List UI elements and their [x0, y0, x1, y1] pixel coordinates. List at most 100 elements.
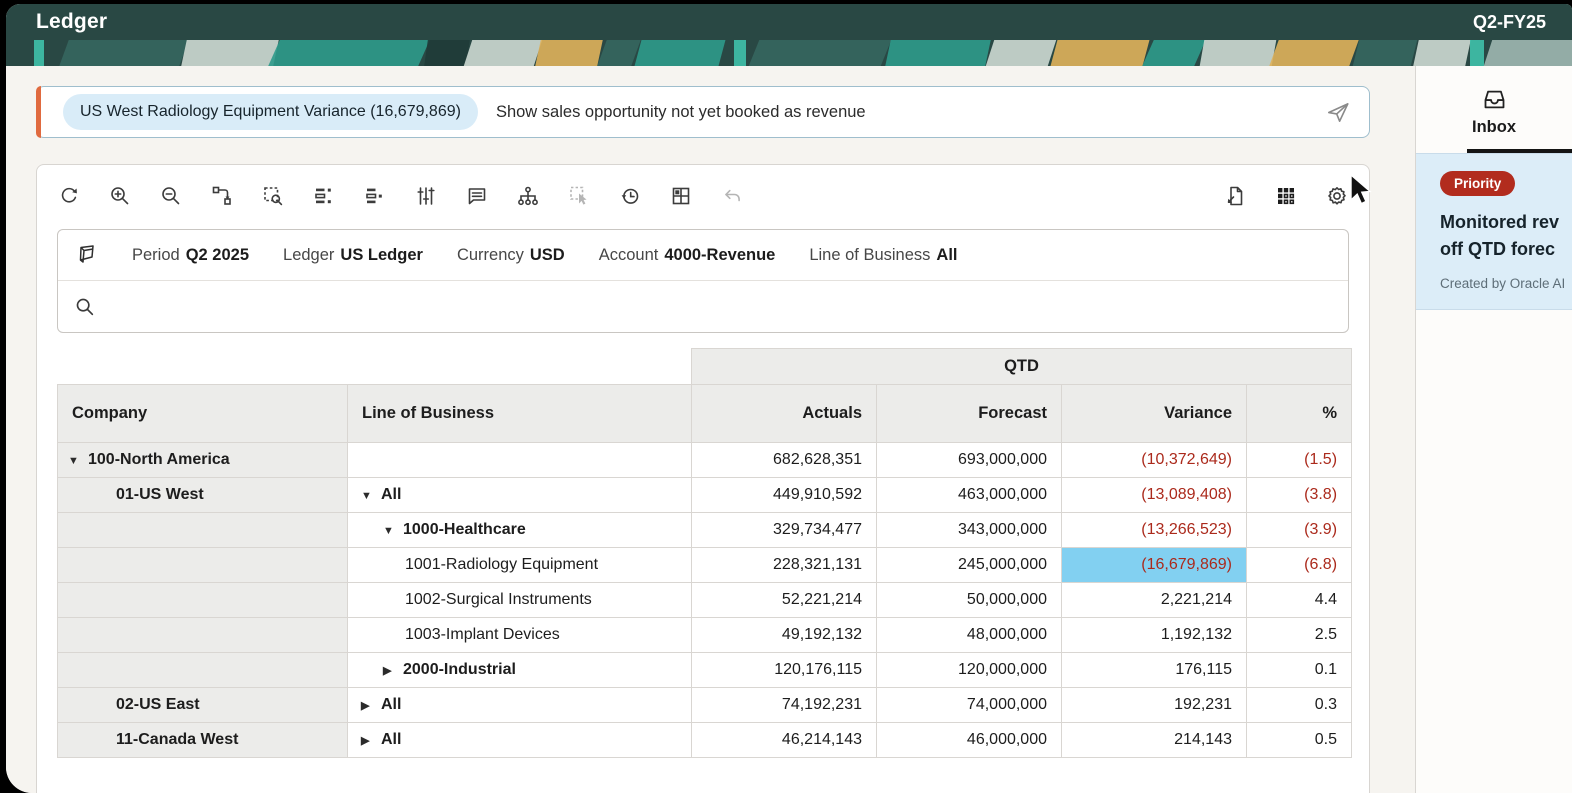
forecast-cell[interactable]: 74,000,000 [877, 688, 1062, 723]
refresh-icon[interactable] [57, 184, 81, 208]
insert-rows-icon[interactable] [312, 184, 336, 208]
variance-cell[interactable]: 214,143 [1062, 723, 1247, 758]
forecast-cell[interactable]: 48,000,000 [877, 618, 1062, 653]
line-of-business-cell[interactable]: ▶2000-Industrial [348, 653, 692, 688]
line-of-business-cell[interactable]: ▶All [348, 688, 692, 723]
company-cell[interactable]: 02-US East [58, 688, 348, 723]
actuals-cell[interactable]: 449,910,592 [692, 478, 877, 513]
variance-cell[interactable]: (10,372,649) [1062, 443, 1247, 478]
expand-toggle-icon[interactable]: ▼ [361, 490, 381, 502]
prompt-input-text[interactable]: Show sales opportunity not yet booked as… [496, 103, 1325, 122]
forecast-cell[interactable]: 50,000,000 [877, 583, 1062, 618]
company-cell[interactable] [58, 583, 348, 618]
actuals-cell[interactable]: 52,221,214 [692, 583, 877, 618]
history-icon[interactable] [618, 184, 642, 208]
pov-filter-ledger[interactable]: LedgerUS Ledger [283, 246, 423, 265]
comments-icon[interactable] [465, 184, 489, 208]
line-of-business-cell[interactable]: 1002-Surgical Instruments [348, 583, 692, 618]
prompt-context-chip[interactable]: US West Radiology Equipment Variance (16… [63, 94, 478, 130]
variance-cell[interactable]: 176,115 [1062, 653, 1247, 688]
actuals-cell[interactable]: 74,192,231 [692, 688, 877, 723]
pct-cell[interactable]: 0.5 [1247, 723, 1352, 758]
settings-icon[interactable] [1325, 184, 1349, 208]
variance-cell[interactable]: 2,221,214 [1062, 583, 1247, 618]
expand-toggle-icon[interactable]: ▶ [361, 699, 381, 712]
actuals-cell[interactable]: 49,192,132 [692, 618, 877, 653]
col-header-[interactable]: % [1247, 385, 1352, 443]
pct-cell[interactable]: (3.9) [1247, 513, 1352, 548]
expand-toggle-icon[interactable]: ▶ [383, 664, 403, 677]
actuals-cell[interactable]: 329,734,477 [692, 513, 877, 548]
hierarchy-icon[interactable] [516, 184, 540, 208]
forecast-cell[interactable]: 343,000,000 [877, 513, 1062, 548]
adjust-icon[interactable] [414, 184, 438, 208]
company-cell[interactable]: 01-US West [58, 478, 348, 513]
col-header-company[interactable]: Company [58, 385, 348, 443]
company-cell[interactable] [58, 548, 348, 583]
col-header-actuals[interactable]: Actuals [692, 385, 877, 443]
variance-cell[interactable]: 192,231 [1062, 688, 1247, 723]
pct-cell[interactable]: 4.4 [1247, 583, 1352, 618]
expand-toggle-icon[interactable]: ▼ [383, 525, 403, 537]
pov-filter-line-of-business[interactable]: Line of BusinessAll [809, 246, 957, 265]
right-sidebar: Inbox Priority Monitored rev off QTD for… [1415, 66, 1572, 793]
actuals-cell[interactable]: 120,176,115 [692, 653, 877, 688]
line-of-business-cell[interactable]: ▶All [348, 723, 692, 758]
actuals-cell[interactable]: 228,321,131 [692, 548, 877, 583]
company-cell[interactable] [58, 618, 348, 653]
line-of-business-cell[interactable]: ▼1000-Healthcare [348, 513, 692, 548]
expand-toggle-icon[interactable]: ▼ [68, 455, 88, 467]
app-header: Ledger Q2-FY25 [6, 4, 1572, 40]
line-of-business-cell[interactable]: ▼All [348, 478, 692, 513]
col-header-variance[interactable]: Variance [1062, 385, 1247, 443]
inbox-priority-card[interactable]: Priority Monitored rev off QTD forec Cre… [1416, 153, 1572, 310]
pct-cell[interactable]: (6.8) [1247, 548, 1352, 583]
zoom-out-icon[interactable] [159, 184, 183, 208]
line-of-business-cell[interactable] [348, 443, 692, 478]
line-of-business-cell[interactable]: 1001-Radiology Equipment [348, 548, 692, 583]
ai-prompt-bar[interactable]: US West Radiology Equipment Variance (16… [36, 86, 1370, 138]
pct-cell[interactable]: 2.5 [1247, 618, 1352, 653]
variance-cell[interactable]: (13,266,523) [1062, 513, 1247, 548]
pivot-icon[interactable] [210, 184, 234, 208]
forecast-cell[interactable]: 463,000,000 [877, 478, 1062, 513]
cell-actions-icon[interactable] [669, 184, 693, 208]
forecast-cell[interactable]: 245,000,000 [877, 548, 1062, 583]
company-cell[interactable]: 11-Canada West [58, 723, 348, 758]
col-header-forecast[interactable]: Forecast [877, 385, 1062, 443]
forecast-cell[interactable]: 693,000,000 [877, 443, 1062, 478]
pct-cell[interactable]: 0.1 [1247, 653, 1352, 688]
company-cell[interactable]: ▼100-North America [58, 443, 348, 478]
member-search-row[interactable] [58, 281, 1348, 332]
search-icon[interactable] [74, 296, 96, 318]
table-row: ▶2000-Industrial120,176,115120,000,00017… [58, 653, 1352, 688]
send-icon[interactable] [1325, 99, 1351, 125]
forecast-cell[interactable]: 120,000,000 [877, 653, 1062, 688]
zoom-in-icon[interactable] [108, 184, 132, 208]
pct-cell[interactable]: 0.3 [1247, 688, 1352, 723]
export-icon[interactable] [1223, 184, 1247, 208]
actuals-cell[interactable]: 682,628,351 [692, 443, 877, 478]
variance-cell[interactable]: (16,679,869) [1062, 548, 1247, 583]
forecast-cell[interactable]: 46,000,000 [877, 723, 1062, 758]
actuals-cell[interactable]: 46,214,143 [692, 723, 877, 758]
zoom-to-selection-icon[interactable] [261, 184, 285, 208]
inbox-tab-label: Inbox [1472, 118, 1516, 137]
line-of-business-cell[interactable]: 1003-Implant Devices [348, 618, 692, 653]
company-cell[interactable] [58, 653, 348, 688]
main-area: US West Radiology Equipment Variance (16… [6, 66, 1415, 793]
pov-filter-account[interactable]: Account4000-Revenue [599, 246, 776, 265]
col-header-lineofbusiness[interactable]: Line of Business [348, 385, 692, 443]
variance-cell[interactable]: (13,089,408) [1062, 478, 1247, 513]
pov-filter-period[interactable]: PeriodQ2 2025 [132, 246, 249, 265]
pov-filter-currency[interactable]: CurrencyUSD [457, 246, 565, 265]
pct-cell[interactable]: (3.8) [1247, 478, 1352, 513]
company-cell[interactable] [58, 513, 348, 548]
expand-toggle-icon[interactable]: ▶ [361, 734, 381, 747]
grid-view-icon[interactable] [1274, 184, 1298, 208]
decorative-banner [6, 40, 1572, 66]
variance-cell[interactable]: 1,192,132 [1062, 618, 1247, 653]
tab-inbox[interactable]: Inbox [1416, 66, 1572, 153]
pct-cell[interactable]: (1.5) [1247, 443, 1352, 478]
insert-row-single-icon[interactable] [363, 184, 387, 208]
